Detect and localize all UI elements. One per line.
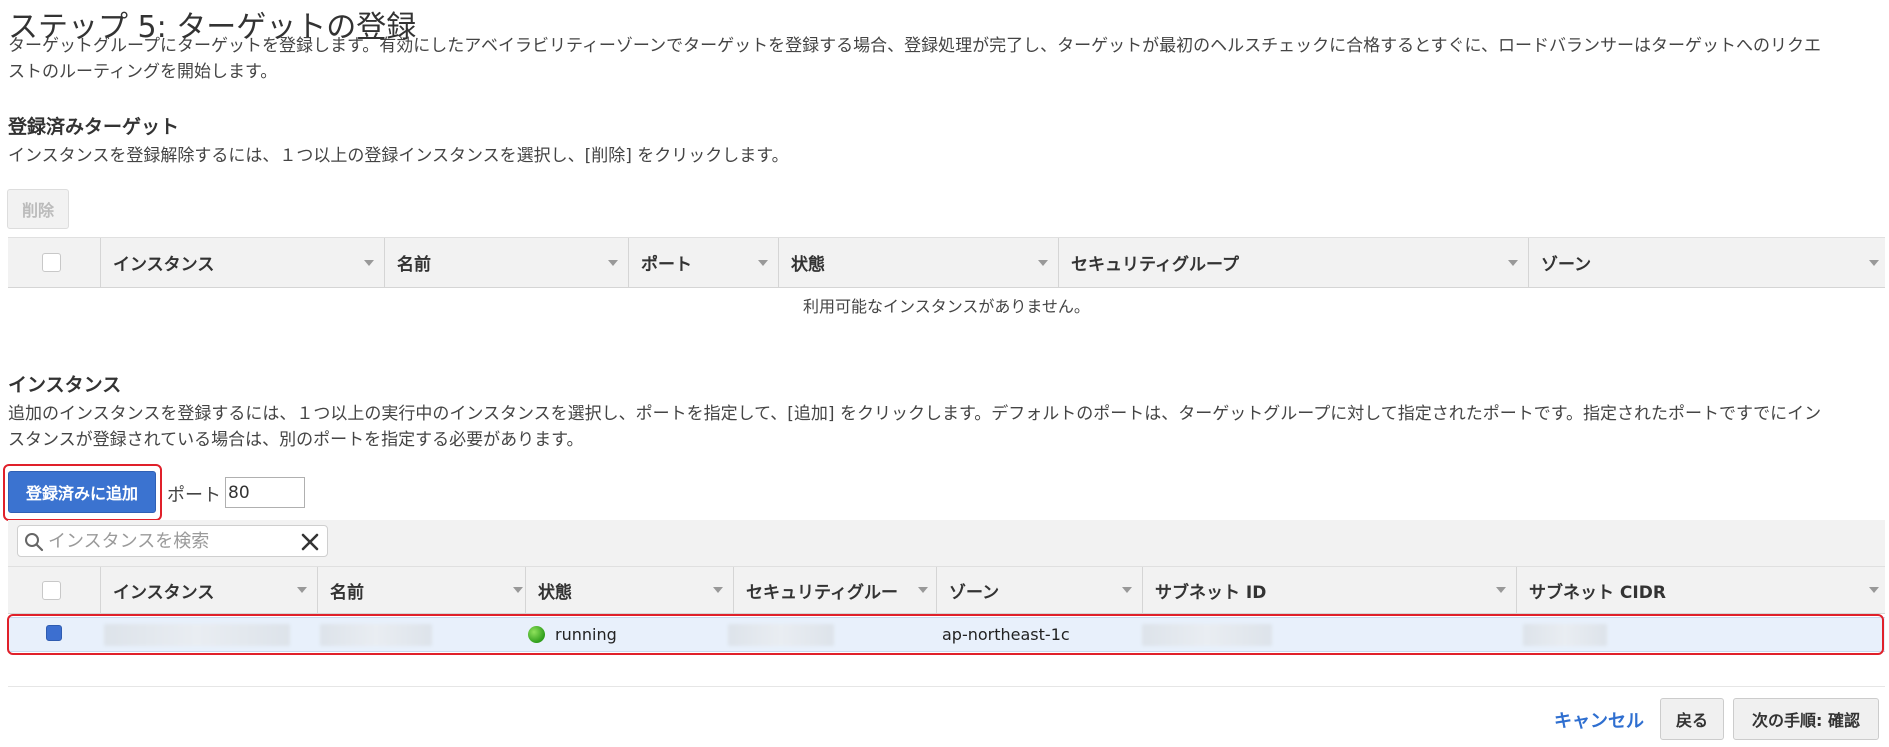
instances-col-zone[interactable]: ゾーン (936, 567, 1142, 613)
instances-search-input[interactable] (48, 529, 298, 553)
sort-icon (1508, 259, 1518, 266)
sort-icon (364, 259, 374, 266)
row-highlight (7, 614, 1884, 655)
instances-col-zone-label: ゾーン (949, 582, 1000, 603)
instances-col-instance[interactable]: インスタンス (100, 567, 317, 613)
registered-col-security-group[interactable]: セキュリティグループ (1058, 238, 1528, 287)
instances-col-security-group-label: セキュリティグルー (746, 582, 898, 603)
registered-targets-title: 登録済みターゲット (8, 116, 180, 138)
registered-col-port[interactable]: ポート (628, 238, 778, 287)
instances-table-header: インスタンス 名前 状態 セキュリティグルー ゾーン サブネット ID サブネッ… (8, 566, 1885, 614)
registered-col-name-label: 名前 (397, 255, 431, 275)
registered-empty-message: 利用可能なインスタンスがありません。 (803, 297, 1090, 316)
instances-description-line1: 追加のインスタンスを登録するには、１つ以上の実行中のインスタンスを選択し、ポート… (8, 404, 1822, 424)
instances-col-subnet-cidr-label: サブネット CIDR (1529, 582, 1666, 603)
port-label: ポート (167, 485, 221, 506)
page-description-line2: ストのルーティングを開始します。 (8, 62, 278, 82)
add-to-registered-button[interactable]: 登録済みに追加 (8, 471, 156, 513)
instances-col-subnet-id-label: サブネット ID (1155, 582, 1267, 603)
sort-icon (1496, 587, 1506, 593)
sort-icon (1038, 259, 1048, 266)
instances-col-state-label: 状態 (538, 582, 572, 603)
registered-select-all-checkbox[interactable] (42, 253, 61, 272)
instances-select-all-checkbox[interactable] (42, 581, 61, 600)
sort-icon (608, 259, 618, 266)
registered-col-state[interactable]: 状態 (778, 238, 1058, 287)
next-review-button[interactable]: 次の手順: 確認 (1733, 698, 1879, 740)
registered-table-header: インスタンス 名前 ポート 状態 セキュリティグループ ゾーン (8, 237, 1885, 288)
instances-col-instance-label: インスタンス (113, 582, 215, 603)
sort-icon (1869, 259, 1879, 266)
sort-icon (1869, 587, 1879, 593)
search-icon (25, 533, 44, 552)
sort-icon (513, 587, 523, 593)
instances-title: インスタンス (8, 374, 122, 396)
registered-col-name[interactable]: 名前 (384, 238, 628, 287)
instances-col-subnet-cidr[interactable]: サブネット CIDR (1516, 567, 1885, 613)
registered-col-security-group-label: セキュリティグループ (1071, 255, 1239, 275)
registered-col-instance[interactable]: インスタンス (100, 238, 384, 287)
sort-icon (758, 259, 768, 266)
footer-divider (8, 686, 1885, 687)
cancel-link[interactable]: キャンセル (1554, 707, 1644, 733)
back-button[interactable]: 戻る (1660, 698, 1724, 740)
registered-col-port-label: ポート (641, 255, 692, 275)
instances-col-name[interactable]: 名前 (317, 567, 533, 613)
registered-targets-description: インスタンスを登録解除するには、１つ以上の登録インスタンスを選択し、[削除] を… (8, 146, 789, 166)
registered-col-zone[interactable]: ゾーン (1528, 238, 1885, 287)
instances-description: 追加のインスタンスを登録するには、１つ以上の実行中のインスタンスを選択し、ポート… (8, 401, 1888, 453)
instances-col-state[interactable]: 状態 (525, 567, 733, 613)
instances-col-name-label: 名前 (330, 582, 364, 603)
sort-icon (918, 587, 928, 593)
instances-col-security-group[interactable]: セキュリティグルー (733, 567, 936, 613)
sort-icon (1122, 587, 1132, 593)
registered-col-state-label: 状態 (791, 255, 825, 275)
remove-button[interactable]: 削除 (7, 189, 69, 229)
registered-col-zone-label: ゾーン (1541, 255, 1592, 275)
sort-icon (297, 587, 307, 593)
page-description-line1: ターゲットグループにターゲットを登録します。有効にしたアベイラビリティーゾーンで… (8, 36, 1822, 56)
close-icon[interactable] (301, 533, 319, 551)
page-description: ターゲットグループにターゲットを登録します。有効にしたアベイラビリティーゾーンで… (8, 33, 1888, 85)
instances-description-line2: スタンスが登録されている場合は、別のポートを指定する必要があります。 (8, 430, 584, 450)
sort-icon (713, 587, 723, 593)
instances-search-box[interactable] (17, 525, 328, 557)
registered-col-instance-label: インスタンス (113, 255, 215, 275)
port-input[interactable] (225, 477, 305, 508)
instances-col-subnet-id[interactable]: サブネット ID (1142, 567, 1516, 613)
